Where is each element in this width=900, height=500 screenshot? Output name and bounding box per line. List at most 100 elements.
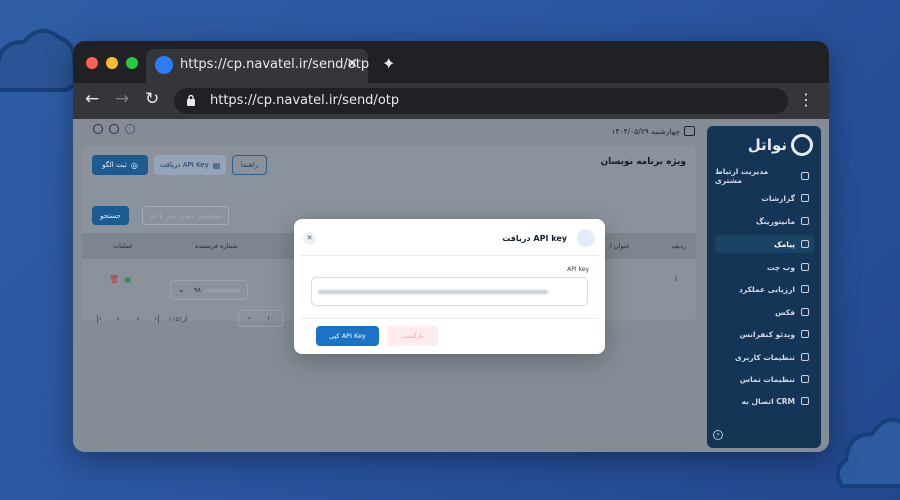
modal-title: دریافت API key [502, 234, 567, 243]
window-minimize-dot[interactable] [106, 57, 118, 69]
header-sender: شماره فرستنده [195, 242, 238, 250]
sidebar-item-user-settings[interactable]: تنظیمات کاربری [715, 348, 814, 366]
sidebar-item-monitoring[interactable]: مانیتورینگ [715, 212, 814, 230]
per-page-value: ۱۰ [267, 315, 274, 322]
per-page-select[interactable]: ⌄ ۱۰ [238, 310, 283, 327]
sidebar-item-label: مدیریت ارتباط مشتری [715, 167, 769, 185]
calendar-icon [684, 126, 695, 136]
address-bar[interactable]: https://cp.navatel.ir/send/otp [174, 88, 788, 114]
date-display: چهارشنبه ۱۴۰۴/۰۵/۲۹ [611, 126, 695, 136]
sidebar-item-crm-connect[interactable]: اتصال به CRM [715, 392, 814, 410]
check-circle-icon: ◎ [130, 160, 138, 170]
per-page-chevron-icon: ⌄ [247, 314, 253, 321]
sidebar-item-label: تنظیمات تماس [739, 374, 795, 384]
window-maximize-dot[interactable] [126, 57, 138, 69]
profile-icon[interactable] [93, 124, 103, 134]
guide-button[interactable]: راهنما [232, 155, 267, 175]
api-key-modal: ✕ دریافت API key API key کپی API Key باز… [294, 219, 605, 354]
sidebar-item-sms[interactable]: پیامک [715, 235, 814, 253]
cloud-decoration-right [835, 417, 900, 488]
tab-close-icon[interactable]: ✕ [346, 56, 358, 72]
new-tab-icon[interactable]: ✦ [382, 54, 395, 73]
user-settings-icon [801, 353, 809, 361]
row-edit-icon[interactable]: ▣ [124, 275, 132, 284]
sidebar-item-label: تنظیمات کاربری [734, 352, 795, 362]
sidebar-item-fax[interactable]: فکس [715, 303, 814, 321]
document-key-icon [577, 229, 595, 247]
get-api-key-label: دریافت API Key [159, 161, 209, 169]
brand-name: نواتل [747, 136, 787, 154]
lock-icon [187, 94, 195, 106]
date-text: چهارشنبه ۱۴۰۴/۰۵/۲۹ [611, 126, 681, 136]
sidebar-item-call-settings[interactable]: تنظیمات تماس [715, 370, 814, 388]
pagination-controls: |‹ ‹ › ›| ۱از۱۵۱ [96, 314, 187, 323]
row-delete-icon[interactable]: 🗑 [109, 275, 119, 284]
crm-icon [801, 397, 809, 405]
get-api-key-button[interactable]: دریافت API Key ▤ [154, 155, 226, 175]
cloud-decoration-left [0, 29, 78, 92]
browser-toolbar: ← → ↻ https://cp.navatel.ir/send/otp ⋮ [73, 83, 829, 119]
copy-api-key-button[interactable]: کپی API Key [316, 326, 379, 346]
sidebar-item-crm-management[interactable]: مدیریت ارتباط مشتری [715, 167, 814, 185]
sender-blurred [205, 289, 240, 292]
register-template-button[interactable]: ثبت الگو ◎ [92, 155, 148, 175]
brand-logo: نواتل [748, 134, 813, 156]
api-key-field[interactable] [311, 277, 588, 306]
browser-tab-bar: https://cp.navatel.ir/send/otp ✕ ✦ [73, 41, 829, 83]
prev-page-icon[interactable]: ‹ [116, 314, 119, 323]
row-index: ۱ [674, 275, 678, 283]
sidebar-item-performance[interactable]: ارزیابی عملکرد [715, 280, 814, 298]
settings-gear-icon[interactable] [125, 124, 135, 134]
sidebar-item-label: مانیتورینگ [756, 216, 795, 226]
tab-title: https://cp.navatel.ir/send/otp [180, 57, 370, 72]
search-placeholder: جستجوی عنوان، متن یا نام [149, 211, 222, 220]
document-icon: ▤ [212, 160, 221, 170]
browser-menu-icon[interactable]: ⋮ [798, 90, 814, 109]
sidebar-item-webchat[interactable]: وب چت [715, 258, 814, 276]
header-row: ردیف [671, 242, 686, 250]
sidebar-item-label: فکس [775, 307, 795, 317]
browser-tab[interactable]: https://cp.navatel.ir/send/otp ✕ [146, 49, 370, 83]
sidebar-item-label: ارزیابی عملکرد [739, 284, 795, 294]
search-label: جستجو [100, 211, 121, 220]
window-close-dot[interactable] [86, 57, 98, 69]
send-icon [801, 240, 809, 248]
guide-label: راهنما [240, 161, 259, 169]
sidebar-item-video-conference[interactable]: ویدئو کنفرانس [715, 325, 814, 343]
search-input[interactable]: جستجوی عنوان، متن یا نام [142, 206, 229, 225]
bell-icon[interactable] [109, 124, 119, 134]
sidebar-item-label: پیامک [773, 239, 795, 249]
chevron-down-icon: ⌄ [178, 285, 185, 294]
modal-close-icon[interactable]: ✕ [303, 232, 316, 245]
pagination-summary: ۱از۱۵۱ [168, 315, 188, 323]
sidebar-item-reports[interactable]: گزارشات [715, 189, 814, 207]
sidebar-item-label: وب چت [766, 262, 795, 272]
next-page-icon[interactable]: › [136, 314, 139, 323]
sidebar-item-label: اتصال به CRM [741, 396, 795, 406]
clipboard-icon [801, 285, 809, 293]
last-page-icon[interactable]: ›| [154, 314, 160, 323]
chat-icon [801, 263, 809, 271]
sidebar-item-label: ویدئو کنفرانس [739, 329, 795, 339]
header-actions: عملیات [113, 242, 133, 250]
forward-arrow-icon[interactable]: → [115, 89, 129, 109]
first-page-icon[interactable]: |‹ [96, 314, 102, 323]
navatel-logo-icon [791, 134, 813, 156]
api-key-label: API key [567, 266, 589, 273]
back-button[interactable]: بازگشت [387, 326, 438, 346]
sidebar-item-label: گزارشات [761, 193, 795, 203]
api-key-value-blurred [318, 290, 548, 294]
fax-icon [801, 308, 809, 316]
search-button[interactable]: جستجو [92, 206, 129, 225]
sidebar: نواتل مدیریت ارتباط مشتری گزارشات مانیتو… [707, 126, 821, 448]
sidebar-collapse-icon[interactable]: » [713, 430, 723, 440]
call-settings-icon [801, 375, 809, 383]
sender-value: ۹۸ [194, 286, 201, 294]
back-arrow-icon[interactable]: ← [85, 89, 99, 109]
monitor-icon [801, 217, 809, 225]
favicon-icon [155, 56, 173, 74]
reload-icon[interactable]: ↻ [145, 89, 159, 109]
sender-select[interactable]: ⌄ ۹۸ [170, 280, 248, 300]
video-icon [801, 330, 809, 338]
url-text: https://cp.navatel.ir/send/otp [210, 93, 400, 108]
